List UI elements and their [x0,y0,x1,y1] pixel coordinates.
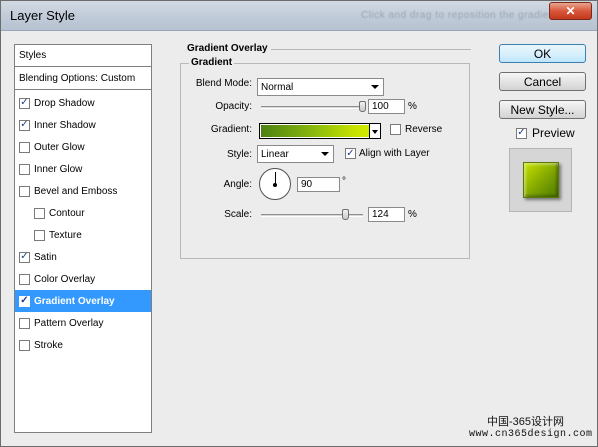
style-item-texture[interactable]: Texture [15,224,151,246]
style-item-label: Contour [49,207,85,219]
style-checkbox[interactable] [19,185,30,197]
style-checkbox[interactable]: ✓ [19,295,30,307]
cancel-button[interactable]: Cancel [499,72,586,91]
scale-slider-thumb[interactable] [341,209,349,220]
scale-unit: % [408,209,417,220]
align-with-layer-checkbox[interactable]: ✓ [345,148,356,159]
styles-header-label: Styles [19,50,47,61]
style-preview [509,148,572,212]
window-title: Layer Style [10,8,76,23]
close-button[interactable]: ✕ [549,2,592,20]
scale-label: Scale: [224,209,252,220]
dialog-body: Styles Blending Options: Custom ✓ Drop Sh… [7,33,593,433]
style-item-label: Satin [34,251,57,263]
style-checkbox[interactable] [34,207,45,219]
watermark-url: www.cn365design.com [469,429,593,440]
gradient-group-title: Gradient [189,57,235,68]
styles-header[interactable]: Styles [15,45,151,67]
style-item-contour[interactable]: Contour [15,202,151,224]
style-item-label: Bevel and Emboss [34,185,118,197]
style-checkbox[interactable]: ✓ [19,251,30,263]
chevron-down-icon [321,152,329,156]
style-item-label: Inner Glow [34,163,83,175]
style-item-label: Inner Shadow [34,119,96,131]
new-style-button[interactable]: New Style... [499,100,586,119]
angle-hub [273,183,277,187]
style-item-label: Gradient Overlay [34,295,115,307]
opacity-value: 100 [372,101,389,112]
chevron-down-icon [371,85,379,89]
new-style-label: New Style... [510,102,575,117]
style-item-label: Drop Shadow [34,97,95,109]
preview-swatch [522,162,559,198]
scale-input[interactable]: 124 [368,207,405,222]
style-item-pattern-overlay[interactable]: Pattern Overlay [15,312,151,334]
opacity-unit: % [408,101,417,112]
style-value: Linear [261,148,289,160]
opacity-label: Opacity: [215,101,252,112]
style-item-drop-shadow[interactable]: ✓ Drop Shadow [15,92,151,114]
blend-mode-label: Blend Mode: [195,78,252,89]
section-title: Gradient Overlay [187,43,268,54]
opacity-input[interactable]: 100 [368,99,405,114]
blending-options-label: Blending Options: Custom [19,73,136,84]
section-divider [271,49,471,50]
style-item-bevel-and-emboss[interactable]: Bevel and Emboss [15,180,151,202]
preview-label: Preview [532,126,575,140]
opacity-slider-track[interactable] [261,106,363,109]
reverse-checkbox[interactable] [390,124,401,135]
blend-mode-value: Normal [261,81,294,93]
close-icon: ✕ [565,4,576,18]
style-checkbox[interactable]: ✓ [19,97,30,109]
angle-unit: ° [342,176,346,187]
style-item-label: Stroke [34,339,63,351]
align-with-layer-label: Align with Layer [359,148,430,159]
gradient-label: Gradient: [210,124,252,135]
style-checkbox[interactable] [19,273,30,285]
angle-label: Angle: [223,179,252,190]
style-item-gradient-overlay[interactable]: ✓ Gradient Overlay [15,290,151,312]
preview-checkbox[interactable]: ✓ [516,127,527,139]
blending-options-item[interactable]: Blending Options: Custom [15,68,151,90]
style-checkbox[interactable] [19,163,30,175]
style-checkbox[interactable] [19,141,30,153]
style-item-outer-glow[interactable]: Outer Glow [15,136,151,158]
style-item-label: Outer Glow [34,141,85,153]
style-item-label: Texture [49,229,82,241]
preview-toggle[interactable]: ✓ Preview [516,126,575,140]
cancel-label: Cancel [523,74,562,89]
ok-button[interactable]: OK [499,44,586,63]
style-checkbox[interactable] [19,317,30,329]
reverse-label: Reverse [405,124,443,135]
style-item-label: Color Overlay [34,273,96,285]
scale-value: 124 [372,209,389,220]
gradient-dropdown-button[interactable] [369,123,381,139]
style-item-inner-shadow[interactable]: ✓ Inner Shadow [15,114,151,136]
angle-value: 90 [301,179,313,190]
style-item-stroke[interactable]: Stroke [15,334,151,356]
style-item-color-overlay[interactable]: Color Overlay [15,268,151,290]
layer-style-dialog: Layer Style Click and drag to reposition… [0,0,598,447]
style-label: Style: [226,149,252,160]
styles-list: Styles Blending Options: Custom ✓ Drop Sh… [14,44,152,433]
style-checkbox[interactable] [19,339,30,351]
style-checkbox[interactable] [34,229,45,241]
gradient-picker[interactable] [259,123,380,139]
style-item-satin[interactable]: ✓ Satin [15,246,151,268]
title-hint: Click and drag to reposition the gradien… [361,10,559,21]
style-checkbox[interactable]: ✓ [19,119,30,131]
style-item-label: Pattern Overlay [34,317,104,329]
watermark-title: 中国-365设计网 [487,416,565,428]
style-select[interactable]: Linear [257,145,334,163]
angle-input[interactable]: 90 [297,177,340,192]
title-bar[interactable]: Layer Style Click and drag to reposition… [1,1,597,31]
style-item-inner-glow[interactable]: Inner Glow [15,158,151,180]
blend-mode-select[interactable]: Normal [257,78,384,96]
ok-label: OK [533,46,552,61]
opacity-slider-thumb[interactable] [359,101,366,112]
angle-dial[interactable] [259,168,291,200]
